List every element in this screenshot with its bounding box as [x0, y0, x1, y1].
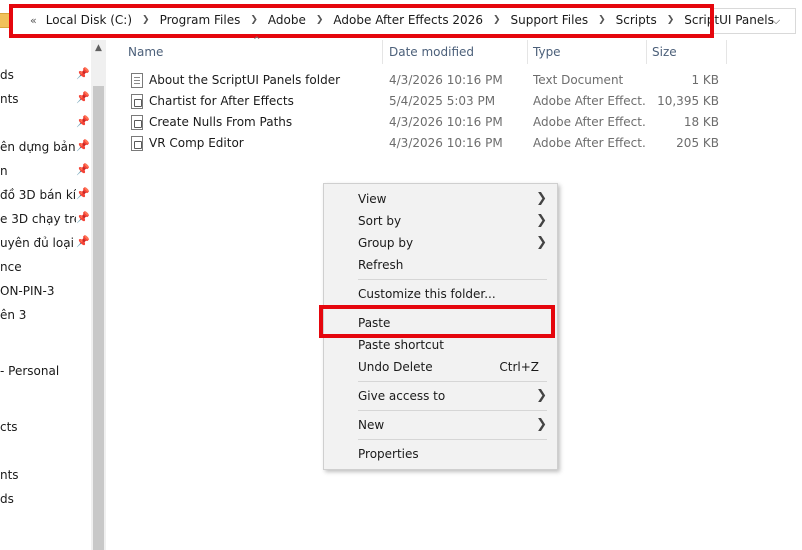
menu-item-group-by[interactable]: Group by ❯ [327, 232, 555, 254]
shortcut-label: Ctrl+Z [499, 360, 539, 374]
nav-item[interactable]: ON-PIN-3 [0, 279, 90, 303]
pin-icon[interactable]: 📌 [76, 67, 90, 81]
navigation-pane[interactable]: ds 📌 nts 📌 📌 ên dựng bản đ 📌 n 📌 đồ 3D b… [0, 40, 106, 550]
script-file-icon [131, 94, 143, 109]
table-row[interactable]: Chartist for After Effects 5/4/2025 5:03… [107, 91, 747, 112]
chevron-right-icon: ❯ [536, 213, 547, 228]
menu-item-customize-folder[interactable]: Customize this folder... [327, 283, 555, 305]
nav-scrollbar[interactable]: ▲ [91, 40, 106, 550]
chevron-right-icon: ❯ [536, 417, 547, 432]
pin-icon[interactable]: 📌 [76, 115, 90, 129]
table-row[interactable]: VR Comp Editor 4/3/2026 10:16 PM Adobe A… [107, 133, 747, 154]
nav-item[interactable]: nts [0, 463, 90, 487]
nav-item[interactable]: n 📌 [0, 159, 90, 183]
pin-icon[interactable]: 📌 [76, 139, 90, 153]
menu-item-undo-delete[interactable]: Undo Delete Ctrl+Z [327, 356, 555, 378]
script-file-icon [131, 136, 143, 151]
pin-icon[interactable]: 📌 [76, 235, 90, 249]
nav-item[interactable]: ds 📌 [0, 63, 90, 87]
column-name[interactable]: Name [123, 40, 383, 64]
table-row[interactable]: Create Nulls From Paths 4/3/2026 10:16 P… [107, 112, 747, 133]
file-list-header: ^ Name Date modified Type Size [107, 36, 747, 64]
nav-item[interactable]: e 3D chạy trên 📌 [0, 207, 90, 231]
nav-item[interactable]: cts [0, 415, 90, 439]
nav-item[interactable]: 📌 [0, 111, 90, 135]
nav-item[interactable]: ên dựng bản đ 📌 [0, 135, 90, 159]
nav-item[interactable]: - Personal [0, 359, 90, 383]
nav-item[interactable] [0, 439, 90, 463]
column-type[interactable]: Type [528, 40, 647, 64]
nav-item[interactable] [0, 383, 90, 407]
pin-icon[interactable]: 📌 [76, 163, 90, 177]
chevron-right-icon: ❯ [536, 388, 547, 403]
menu-separator [358, 439, 547, 440]
text-file-icon [131, 73, 143, 88]
menu-separator [358, 410, 547, 411]
column-size[interactable]: Size [647, 40, 727, 64]
nav-item[interactable] [0, 327, 90, 351]
menu-item-sort-by[interactable]: Sort by ❯ [327, 210, 555, 232]
menu-item-view[interactable]: View ❯ [327, 188, 555, 210]
chevron-right-icon: ❯ [536, 191, 547, 206]
column-date-modified[interactable]: Date modified [384, 40, 528, 64]
menu-item-new[interactable]: New ❯ [327, 414, 555, 436]
pin-icon[interactable]: 📌 [76, 91, 90, 105]
pin-icon[interactable]: 📌 [76, 211, 90, 225]
chevron-right-icon: ❯ [536, 235, 547, 250]
menu-item-give-access[interactable]: Give access to ❯ [327, 385, 555, 407]
chevron-down-icon[interactable]: ⌵ [762, 14, 790, 30]
nav-item[interactable]: ds [0, 487, 90, 511]
menu-item-refresh[interactable]: Refresh [327, 254, 555, 276]
nav-item[interactable]: uyên đủ loại 📌 [0, 231, 90, 255]
table-row[interactable]: About the ScriptUI Panels folder 4/3/202… [107, 70, 747, 91]
nav-item[interactable]: nts 📌 [0, 87, 90, 111]
nav-item[interactable]: đồ 3D bán kín 📌 [0, 183, 90, 207]
scrollbar-thumb[interactable] [93, 86, 104, 550]
menu-separator [358, 381, 547, 382]
menu-separator [358, 279, 547, 280]
pin-icon[interactable]: 📌 [76, 187, 90, 201]
address-bar-highlight [9, 4, 714, 38]
paste-highlight [319, 305, 555, 338]
nav-item[interactable]: nce [0, 255, 90, 279]
script-file-icon [131, 115, 143, 130]
scroll-up-arrow-icon[interactable]: ▲ [91, 43, 106, 55]
menu-item-properties[interactable]: Properties [327, 443, 555, 465]
nav-item[interactable]: ên 3 [0, 303, 90, 327]
